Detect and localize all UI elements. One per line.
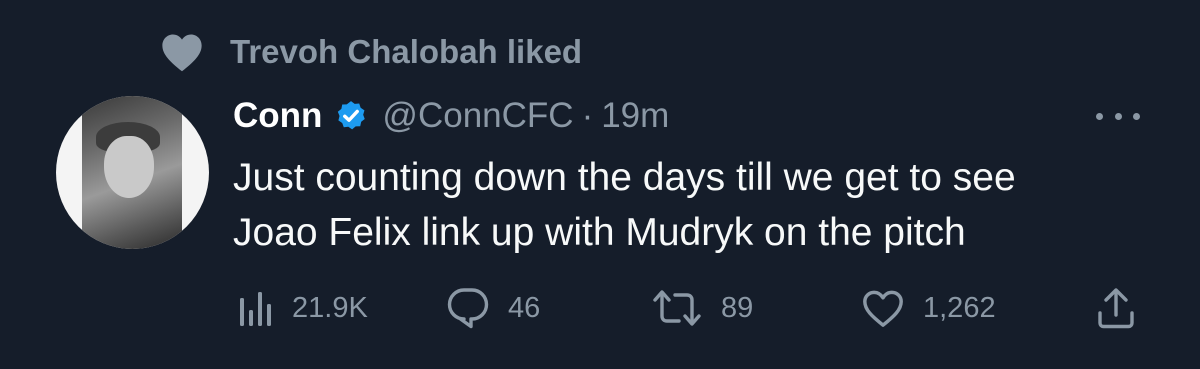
views-count: 21.9K	[292, 291, 368, 324]
tweet-text-line: Joao Felix link up with Mudryk on the pi…	[233, 211, 966, 254]
more-dot	[1096, 112, 1103, 120]
heart-outline-icon	[863, 290, 903, 327]
reply-icon	[447, 288, 489, 329]
retweet-count: 89	[721, 291, 754, 324]
tweet-card[interactable]: Trevoh Chalobah liked Conn @ConnCFC · 19…	[0, 0, 1200, 369]
tweet-header: Conn @ConnCFC · 19m	[233, 92, 669, 140]
more-dot	[1133, 112, 1140, 120]
display-name[interactable]: Conn	[233, 96, 322, 136]
avatar-face	[104, 136, 154, 198]
more-dot	[1114, 112, 1122, 120]
verified-badge-icon[interactable]	[334, 99, 368, 133]
more-options-icon[interactable]	[1096, 106, 1140, 126]
views-chart-icon	[240, 292, 271, 326]
like-count: 1,262	[923, 291, 996, 324]
share-button[interactable]	[1096, 286, 1136, 330]
social-context-label[interactable]: Trevoh Chalobah liked	[230, 33, 582, 71]
views-button[interactable]: 21.9K	[238, 286, 368, 330]
timestamp[interactable]: 19m	[601, 96, 669, 136]
like-button[interactable]: 1,262	[861, 286, 996, 330]
reply-count: 46	[508, 291, 541, 324]
avatar[interactable]	[56, 96, 209, 249]
user-handle[interactable]: @ConnCFC	[382, 96, 573, 136]
tweet-text-line: Just counting down the days till we get …	[233, 156, 1016, 199]
reply-button[interactable]: 46	[446, 286, 540, 330]
action-bar: 21.9K 46 89 1,262	[0, 286, 1200, 330]
retweet-icon	[653, 290, 701, 326]
tweet-text: Just counting down the days till we get …	[233, 150, 1173, 260]
retweet-button[interactable]: 89	[651, 286, 753, 330]
social-context: Trevoh Chalobah liked	[160, 30, 582, 74]
share-icon	[1098, 288, 1134, 329]
separator-dot: ·	[581, 96, 594, 135]
heart-icon	[162, 34, 202, 72]
